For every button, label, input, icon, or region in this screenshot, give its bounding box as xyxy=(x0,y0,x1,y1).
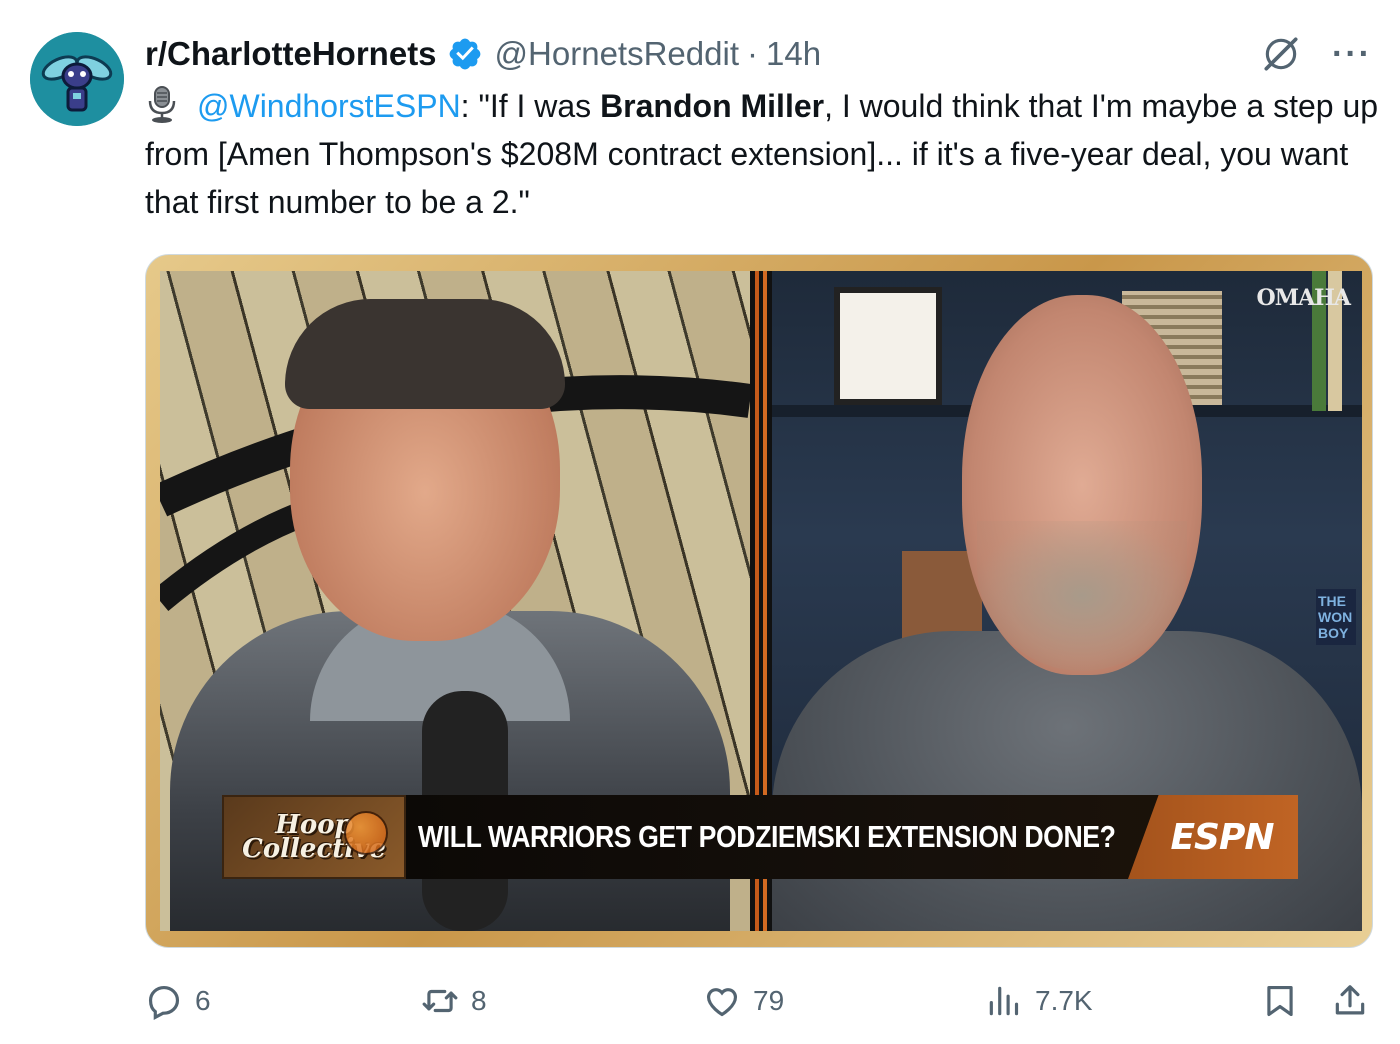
tweet: r/CharlotteHornets @HornetsReddit · 14h … xyxy=(0,0,1400,1044)
timestamp[interactable]: 14h xyxy=(766,35,821,73)
top-actions: ··· xyxy=(1260,30,1372,78)
action-bar: 6 8 79 7.7K xyxy=(145,975,1375,1027)
verified-badge-icon xyxy=(449,38,480,70)
mention-link[interactable]: @WindhorstESPN xyxy=(197,88,461,124)
bookmark-icon xyxy=(1267,985,1293,1017)
hornets-logo-icon xyxy=(30,32,124,126)
repost-count: 8 xyxy=(471,985,487,1016)
views-icon xyxy=(989,986,1019,1016)
like-count: 79 xyxy=(753,985,785,1016)
reply-count: 6 xyxy=(195,985,211,1016)
share-button[interactable] xyxy=(1331,982,1369,1020)
reply-button[interactable]: 6 xyxy=(145,982,211,1020)
avatar[interactable] xyxy=(30,32,124,126)
tweet-header: r/CharlotteHornets @HornetsReddit · 14h xyxy=(145,30,821,78)
omaha-logo: OMAHA xyxy=(1256,285,1351,311)
share-icon xyxy=(1335,985,1365,1015)
grok-icon[interactable] xyxy=(1260,33,1302,75)
like-icon xyxy=(706,988,738,1017)
repost-button[interactable]: 8 xyxy=(421,982,487,1020)
separator-dot: · xyxy=(747,35,758,72)
repost-icon xyxy=(422,989,458,1013)
bookmark-button[interactable] xyxy=(1261,982,1299,1020)
author-display-name[interactable]: r/CharlotteHornets xyxy=(145,35,437,73)
tweet-text: @WindhorstESPN: "If I was Brandon Miller… xyxy=(145,82,1385,226)
lower-third: Hoop Collective WILL WARRIORS GET PODZIE… xyxy=(222,795,1298,879)
reply-icon xyxy=(148,985,180,1020)
book-title: THE WON BOY xyxy=(1316,589,1356,645)
more-icon[interactable]: ··· xyxy=(1332,37,1372,71)
headline: WILL WARRIORS GET PODZIEMSKI EXTENSION D… xyxy=(406,795,1174,879)
like-button[interactable]: 79 xyxy=(703,982,784,1020)
body-text-bold: Brandon Miller xyxy=(600,88,825,124)
podcast-mic-icon xyxy=(148,86,176,123)
body-text-part1: : "If I was xyxy=(460,88,601,124)
show-logo: Hoop Collective xyxy=(222,795,406,879)
basketball-icon xyxy=(344,811,388,855)
views-count: 7.7K xyxy=(1035,985,1093,1016)
author-handle[interactable]: @HornetsReddit xyxy=(495,35,739,73)
video-media[interactable]: OMAHA THE WON BOY Hoop Collective WILL W… xyxy=(145,254,1373,948)
views-button[interactable]: 7.7K xyxy=(985,982,1093,1020)
